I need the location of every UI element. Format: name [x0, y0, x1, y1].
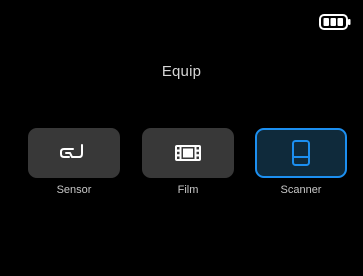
film-button[interactable] [142, 128, 234, 178]
film-icon [175, 145, 201, 161]
menu-item-scanner[interactable]: Scanner [255, 128, 347, 196]
sensor-icon [60, 144, 83, 158]
device-screen: Equip Sensor Film Scanner [0, 0, 363, 276]
menu-item-label: Film [177, 184, 199, 196]
battery-full-icon [319, 14, 351, 30]
page-title: Equip [161, 63, 202, 80]
menu-item-label: Sensor [56, 184, 92, 196]
sensor-button[interactable] [28, 128, 120, 178]
menu-item-label: Scanner [280, 184, 322, 196]
scanner-icon [292, 140, 310, 166]
menu-item-film[interactable]: Film [142, 128, 234, 196]
menu-item-sensor[interactable]: Sensor [28, 128, 120, 196]
scanner-button[interactable] [255, 128, 347, 178]
